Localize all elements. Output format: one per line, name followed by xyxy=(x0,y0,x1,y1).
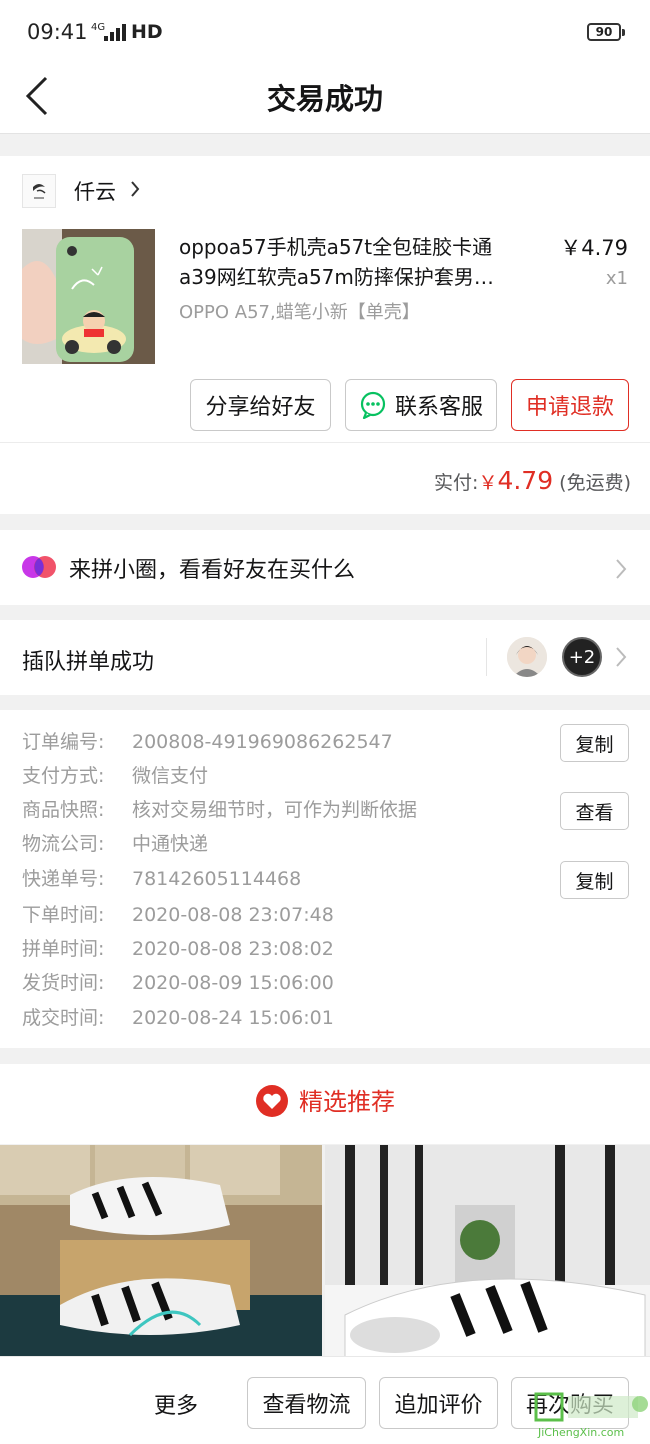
refund-button[interactable]: 申请退款 xyxy=(511,379,629,431)
share-button-label: 分享给好友 xyxy=(205,395,316,420)
contact-service-button[interactable]: 联系客服 xyxy=(345,379,497,431)
share-button[interactable]: 分享给好友 xyxy=(190,379,331,431)
info-row-group-time: 拼单时间: 2020-08-08 23:08:02 xyxy=(22,937,334,961)
recommend-header: 精选推荐 xyxy=(0,1064,650,1144)
info-row-ship-time: 发货时间: 2020-08-09 15:06:00 xyxy=(22,971,334,995)
avatar xyxy=(507,637,547,677)
member-count-badge: +2 xyxy=(562,637,602,677)
page-title: 交易成功 xyxy=(266,82,383,116)
info-row-tracking: 快递单号: 78142605114468 xyxy=(22,867,301,891)
signal-icon xyxy=(104,24,126,41)
goods-spec: OPPO A57,蜡笔小新【单壳】 xyxy=(179,302,420,323)
add-review-button[interactable]: 追加评价 xyxy=(379,1377,498,1429)
paid-currency: ￥ xyxy=(478,472,498,494)
tracking-number: 78142605114468 xyxy=(132,868,302,890)
info-label: 下单时间: xyxy=(22,904,105,926)
info-row-order-time: 下单时间: 2020-08-08 23:07:48 xyxy=(22,903,334,927)
info-label: 物流公司: xyxy=(22,833,105,855)
watermark-logo: JiChengXin.com xyxy=(534,1390,650,1440)
info-row-deal-time: 成交时间: 2020-08-24 15:06:01 xyxy=(22,1006,334,1030)
circle-label: 来拼小圈，看看好友在买什么 xyxy=(69,558,356,583)
order-info-card: 订单编号: 200808-491969086262547 复制 支付方式: 微信支付… xyxy=(0,710,650,1048)
recommend-title-text: 精选推荐 xyxy=(299,1088,395,1116)
order-time: 2020-08-08 23:07:48 xyxy=(132,904,334,926)
group-time: 2020-08-08 23:08:02 xyxy=(132,938,334,960)
payment-method: 微信支付 xyxy=(132,765,209,787)
view-logistics-label: 查看物流 xyxy=(262,1393,351,1418)
deal-time: 2020-08-24 15:06:01 xyxy=(132,1007,334,1029)
battery-icon: 90 xyxy=(587,23,625,41)
order-number: 200808-491969086262547 xyxy=(132,731,393,753)
snapshot-desc: 核对交易细节时，可作为判断依据 xyxy=(132,799,418,821)
copy-order-number-button[interactable]: 复制 xyxy=(560,724,629,762)
info-row-snapshot: 商品快照: 核对交易细节时，可作为判断依据 xyxy=(22,798,417,822)
goods-title-line: oppoa57手机壳a57t全包硅胶卡通 xyxy=(179,235,493,259)
goods-title-line: a39网红软壳a57m防摔保护套男… xyxy=(179,265,494,289)
info-label: 拼单时间: xyxy=(22,938,105,960)
status-time: 09:41 xyxy=(27,20,88,44)
courier-company: 中通快递 xyxy=(132,833,209,855)
info-label: 发货时间: xyxy=(22,972,105,994)
recommend-product-image[interactable] xyxy=(325,1145,650,1357)
info-label: 快递单号: xyxy=(22,868,105,890)
chat-icon xyxy=(360,391,386,419)
order-card: 仟云 oppoa57手机壳a57t全包硅胶卡通 a39网红软壳a57m防摔保护套… xyxy=(0,156,650,514)
info-row-courier: 物流公司: 中通快递 xyxy=(22,832,208,856)
status-bar: 09:41 4G HD 90 xyxy=(0,0,650,62)
group-status: 插队拼单成功 xyxy=(22,650,155,675)
view-snapshot-button[interactable]: 查看 xyxy=(560,792,629,830)
add-review-label: 追加评价 xyxy=(394,1393,483,1418)
paid-label: 实付: xyxy=(434,472,479,494)
group-row[interactable]: 插队拼单成功 +2 xyxy=(0,620,650,695)
info-row-payment: 支付方式: 微信支付 xyxy=(22,764,208,788)
circle-logo-icon xyxy=(22,556,56,578)
paid-amount: 4.79 xyxy=(497,466,554,495)
chevron-right-icon xyxy=(616,647,627,667)
signal-type: 4G xyxy=(91,22,106,33)
contact-button-label: 联系客服 xyxy=(394,395,483,420)
svg-text:JiChengXin.com: JiChengXin.com xyxy=(537,1426,624,1439)
network-label: HD xyxy=(131,21,163,43)
paid-summary: 实付:￥4.79 (免运费) xyxy=(434,466,631,495)
info-label: 商品快照: xyxy=(22,799,105,821)
goods-image[interactable] xyxy=(22,229,155,364)
goods-title[interactable]: oppoa57手机壳a57t全包硅胶卡通 a39网红软壳a57m防摔保护套男… xyxy=(179,232,529,292)
recommend-product-image[interactable] xyxy=(0,1145,322,1357)
ship-time: 2020-08-09 15:06:00 xyxy=(132,972,334,994)
info-label: 成交时间: xyxy=(22,1007,105,1029)
goods-quantity: x1 xyxy=(605,268,628,289)
info-label: 支付方式: xyxy=(22,765,105,787)
divider xyxy=(0,442,650,443)
chevron-right-icon xyxy=(616,559,627,579)
copy-tracking-button[interactable]: 复制 xyxy=(560,861,629,899)
goods-price: ￥4.79 xyxy=(560,236,628,260)
divider xyxy=(486,638,487,676)
shop-name[interactable]: 仟云 xyxy=(74,176,116,206)
info-label: 订单编号: xyxy=(22,731,105,753)
recommend-title: 精选推荐 xyxy=(0,1082,650,1118)
info-row-order-no: 订单编号: 200808-491969086262547 xyxy=(22,730,393,754)
circle-row[interactable]: 来拼小圈，看看好友在买什么 xyxy=(0,530,650,605)
nav-bar: 交易成功 xyxy=(0,62,650,134)
shop-logo-icon xyxy=(33,184,46,199)
view-logistics-button[interactable]: 查看物流 xyxy=(247,1377,366,1429)
more-button[interactable]: 更多 xyxy=(154,1388,198,1420)
shop-logo[interactable] xyxy=(22,174,56,208)
heart-icon xyxy=(256,1085,288,1117)
refund-button-label: 申请退款 xyxy=(525,395,614,420)
paid-note: (免运费) xyxy=(559,472,631,494)
chevron-right-icon xyxy=(131,181,140,197)
